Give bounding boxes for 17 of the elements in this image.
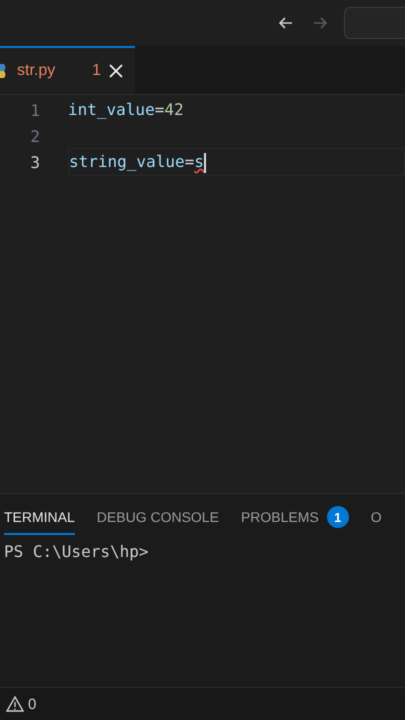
panel-tab[interactable]: TERMINAL — [4, 501, 75, 535]
panel-tab[interactable]: O — [370, 501, 382, 535]
close-icon[interactable] — [109, 64, 123, 78]
warning-count[interactable]: 0 — [28, 696, 36, 712]
line-number: 3 — [29, 152, 41, 172]
file-name: str.py — [17, 62, 56, 80]
line-number: 1 — [29, 100, 41, 120]
command-center-field[interactable] — [344, 7, 405, 39]
terminal-prompt: PS C:\Users\hp> — [3, 542, 150, 561]
code-line: int_value=42 — [68, 99, 185, 121]
problem-count: 1 — [92, 62, 101, 80]
panel-tab[interactable]: DEBUG CONSOLE — [96, 501, 219, 535]
count-badge: 1 — [326, 506, 349, 528]
panel-tab[interactable]: PROBLEMS 1 — [240, 498, 349, 538]
editor-tab[interactable]: str.py 1 — [0, 46, 135, 94]
line-number: 2 — [29, 126, 41, 146]
warning-icon[interactable] — [6, 696, 24, 712]
